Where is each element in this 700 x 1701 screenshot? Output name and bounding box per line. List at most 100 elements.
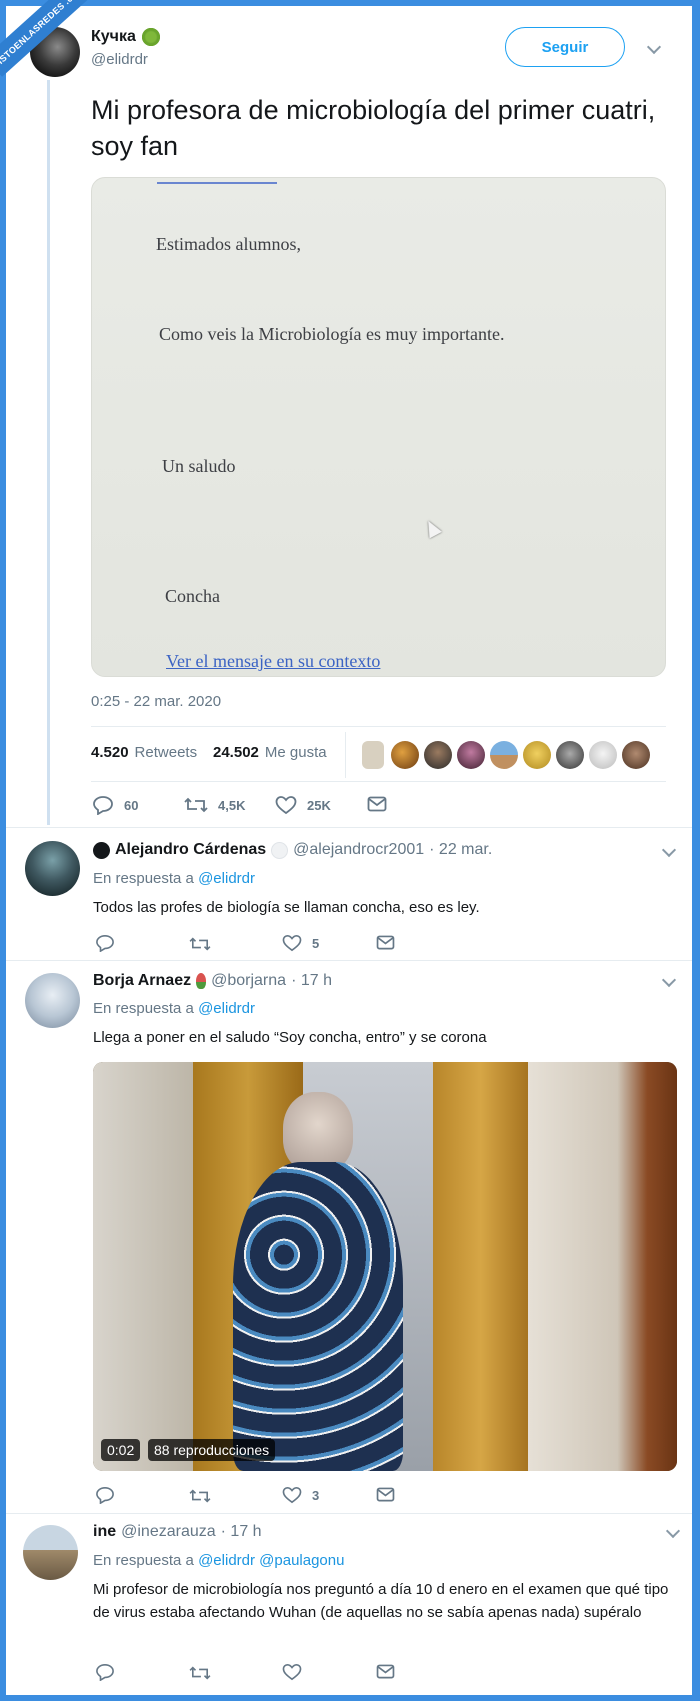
user-handle[interactable]: @borjarna [211,972,286,990]
user-handle[interactable]: @elidrdr [91,51,148,68]
like-button[interactable]: 5 [282,934,319,952]
avatar[interactable] [25,973,80,1028]
retweet-button[interactable] [189,935,211,953]
user-handle[interactable]: @alejandrocr2001 [293,841,424,859]
message-button[interactable] [376,1664,395,1679]
message-button[interactable] [367,796,387,812]
liker-avatar[interactable] [457,741,485,769]
retweet-button[interactable] [189,1664,211,1682]
video-door-right [433,1062,528,1471]
liker-avatar[interactable] [556,741,584,769]
video-player[interactable]: 0:02 88 reproducciones [93,1062,677,1471]
retweet-button[interactable] [189,1487,211,1505]
liker-avatar[interactable] [424,741,452,769]
tweet-timestamp[interactable]: 0:25 - 22 mar. 2020 [91,693,221,710]
video-duration: 0:02 [101,1439,141,1461]
liker-avatar[interactable] [362,741,384,769]
divider [91,726,666,727]
in-reply-to: En respuesta a @elidrdr @paulagonu [93,1552,344,1569]
heart-icon [275,796,297,815]
likes-count: 24.502 [213,744,259,761]
like-button[interactable] [282,1663,302,1681]
likes-stat[interactable]: 24.502 Me gusta [213,744,327,761]
message-button[interactable] [376,1487,395,1502]
thread-line [47,80,50,825]
reply-to-link[interactable]: @elidrdr [198,1000,255,1017]
video-person-body [233,1162,403,1471]
reply-prefix: En respuesta a [93,870,194,887]
white-circle-icon [271,841,289,859]
retweets-stat[interactable]: 4.520 Retweets [91,744,197,761]
video-frame [528,1062,677,1471]
reply-count: 60 [124,797,139,813]
video-person-head [283,1092,353,1172]
rose-icon [196,973,207,989]
divider [91,781,666,782]
liker-avatar[interactable] [523,741,551,769]
virus-icon [141,28,160,46]
retweet-icon [189,937,211,951]
avatar[interactable] [23,1525,78,1580]
reply-to-link[interactable]: @elidrdr @paulagonu [198,1552,344,1569]
envelope-icon [367,796,387,812]
heart-icon [282,1486,302,1504]
like-button[interactable]: 25K [275,795,331,815]
user-name[interactable]: Alejandro Cárdenas [115,841,266,859]
letter-signature: Concha [165,586,220,606]
like-button[interactable]: 3 [282,1486,319,1504]
letter-closing: Un saludo [162,456,236,476]
reply-icon [96,934,114,952]
user-name[interactable]: Кучка [91,28,136,46]
message-button[interactable] [376,935,395,950]
reply-text: Mi profesor de microbiología nos pregunt… [93,1581,669,1621]
follow-button[interactable]: Seguir [505,27,625,67]
like-count: 3 [312,1487,320,1503]
in-reply-to: En respuesta a @elidrdr [93,870,255,887]
retweet-icon [189,1489,211,1503]
cropped-header-line [157,178,277,184]
user-handle[interactable]: @inezarauza [121,1523,216,1541]
liker-avatar[interactable] [490,741,518,769]
user-name[interactable]: Borja Arnaez [93,972,191,990]
video-views: 88 reproducciones [148,1439,276,1461]
liker-avatar[interactable] [589,741,617,769]
divider [6,960,692,961]
reply-icon [96,1663,114,1681]
avatar[interactable] [25,841,80,896]
heart-icon [282,934,302,952]
reply-time[interactable]: · 17 h [221,1523,262,1541]
black-circle-icon [93,841,110,859]
reply-icon [96,1486,114,1504]
like-count: 5 [312,935,320,951]
reply-button[interactable] [95,934,115,952]
retweets-count: 4.520 [91,744,129,761]
divider [6,1513,692,1514]
in-reply-to: En respuesta a @elidrdr [93,1000,255,1017]
reply-time[interactable]: · 17 h [291,972,332,990]
reply-prefix: En respuesta a [93,1552,194,1569]
stats-divider [345,732,346,778]
reply-button[interactable] [95,1486,115,1504]
tweet-image[interactable]: Estimados alumnos, Como veis la Microbio… [91,177,666,677]
reply-prefix: En respuesta a [93,1000,194,1017]
likes-label: Me gusta [264,744,327,761]
tweet-text: Mi profesora de microbiología del primer… [91,95,656,161]
letter-context-link: Ver el mensaje en su contexto [166,651,381,671]
user-name[interactable]: ine [93,1523,116,1541]
cursor-icon [422,517,442,539]
liker-avatar[interactable] [391,741,419,769]
retweets-label: Retweets [134,744,198,761]
retweet-button[interactable]: 4,5K [184,795,245,815]
reply-button[interactable] [95,1663,115,1681]
reply-to-link[interactable]: @elidrdr [198,870,255,887]
retweet-icon [189,1666,211,1680]
video-wall [93,1062,193,1471]
retweet-icon [184,797,208,813]
liker-avatar[interactable] [622,741,650,769]
letter-greeting: Estimados alumnos, [156,234,301,254]
like-count: 25K [307,797,331,813]
reply-button[interactable]: 60 [92,795,138,815]
reply-time[interactable]: · 22 mar. [429,841,492,859]
envelope-icon [376,935,395,950]
heart-icon [282,1663,302,1681]
